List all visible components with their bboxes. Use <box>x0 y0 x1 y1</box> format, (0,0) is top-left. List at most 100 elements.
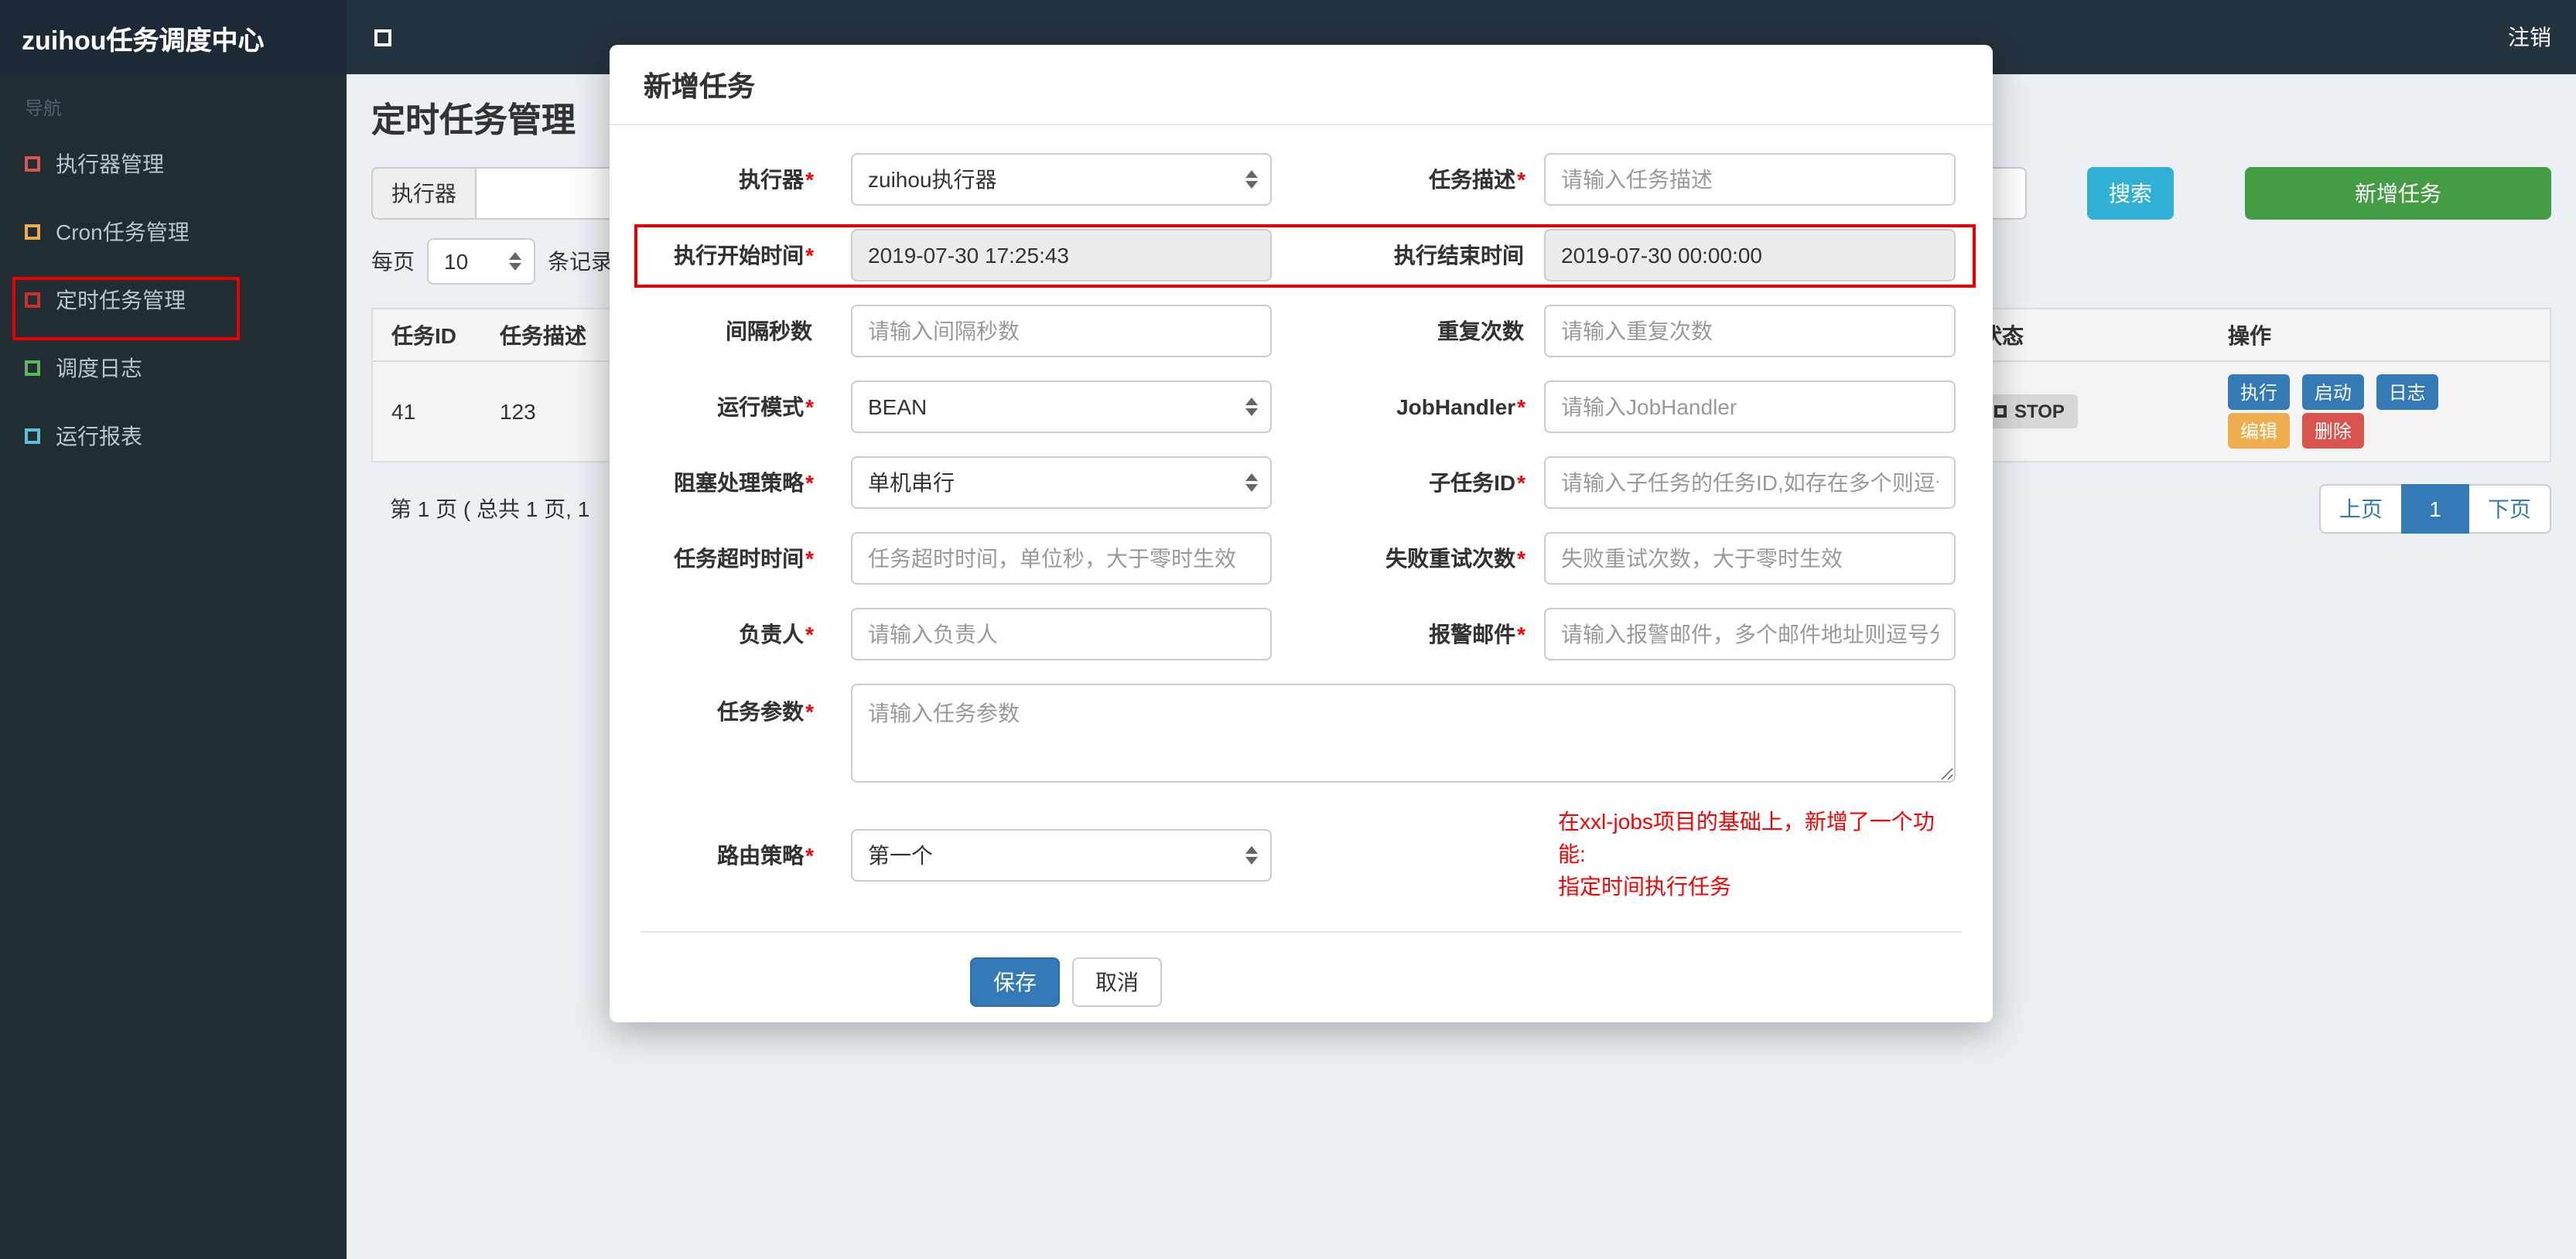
per-page-suffix: 条记录 <box>548 249 613 274</box>
add-task-button[interactable]: 新增任务 <box>2245 167 2551 220</box>
feature-note-line1: 在xxl-jobs项目的基础上，新增了一个功能: <box>1558 809 1935 866</box>
per-page-label: 每页 <box>371 249 415 274</box>
pagination-summary: 第 1 页 ( 总共 1 页, 1 <box>390 496 590 521</box>
cancel-button[interactable]: 取消 <box>1072 957 1162 1007</box>
owner-label: 负责人 * <box>739 622 814 647</box>
sidebar-section-label: 导航 <box>25 97 63 119</box>
task-params-textarea[interactable] <box>851 684 1956 783</box>
timed-task-icon <box>25 292 40 308</box>
repeat-count-label: 重复次数 <box>1437 319 1524 343</box>
form-row-block-childjob: 阻塞处理策略 * 单机串行 子任务ID * <box>641 456 1962 509</box>
form-row-timeout-retry: 任务超时时间* 失败重试次数* <box>641 532 1962 585</box>
timeout-input[interactable] <box>851 532 1272 585</box>
pager: 上页 1 下页 <box>2319 484 2551 534</box>
run-mode-label: 运行模式 * <box>717 394 814 419</box>
sidebar-toggle-icon <box>374 29 391 46</box>
retry-count-label: 失败重试次数 * <box>1385 546 1525 571</box>
task-params-label: 任务参数 * <box>717 699 814 724</box>
executor-manage-icon <box>25 156 40 172</box>
stop-icon <box>1994 405 2007 418</box>
schedule-log-icon <box>25 360 40 376</box>
form-row-route-strategy: 路由策略 * 第一个 在xxl-jobs项目的基础上，新增了一个功能: 指定时间执… <box>641 806 1962 903</box>
delete-task-button[interactable]: 删除 <box>2301 413 2364 449</box>
route-strategy-select[interactable]: 第一个 <box>851 828 1272 881</box>
executor-select-value: zuihou执行器 <box>868 167 997 192</box>
run-task-button[interactable]: 执行 <box>2228 374 2291 410</box>
add-task-modal: 新增任务 执行器* zuihou执行器 任务描述* 执行开始时间* 执行结束时间… <box>610 45 1993 1022</box>
prev-page-button[interactable]: 上页 <box>2319 484 2403 534</box>
sidebar-item-schedule-log[interactable]: 调度日志 <box>0 334 347 402</box>
interval-input[interactable] <box>851 305 1272 357</box>
sidebar: 导航 执行器管理 Cron任务管理 定时任务管理 调度日志 运行报表 <box>0 74 347 1259</box>
start-time-label: 执行开始时间 * <box>674 243 814 268</box>
column-header-task-id: 任务ID <box>391 322 456 347</box>
block-strategy-select[interactable]: 单机串行 <box>851 456 1272 509</box>
route-strategy-label: 路由策略 * <box>717 842 814 867</box>
select-arrows-icon <box>1245 397 1258 416</box>
executor-label: 执行器 * <box>739 167 814 192</box>
select-arrows-icon <box>509 252 521 271</box>
start-task-button[interactable]: 启动 <box>2301 374 2364 410</box>
task-status-cell: STOP <box>1962 394 2209 428</box>
edit-task-button[interactable]: 编辑 <box>2228 413 2291 449</box>
feature-note: 在xxl-jobs项目的基础上，新增了一个功能: 指定时间执行任务 <box>1558 806 1962 903</box>
modal-body: 执行器* zuihou执行器 任务描述* 执行开始时间* 执行结束时间 间隔秒数… <box>610 125 1993 1007</box>
run-report-icon <box>25 428 40 444</box>
end-time-input[interactable] <box>1544 229 1956 281</box>
sidebar-item-label: 运行报表 <box>56 424 142 449</box>
sidebar-item-cron-task-manage[interactable]: Cron任务管理 <box>0 198 347 266</box>
search-button[interactable]: 搜索 <box>2087 167 2174 220</box>
modal-title: 新增任务 <box>610 45 1993 125</box>
repeat-count-input[interactable] <box>1544 305 1956 357</box>
block-strategy-label: 阻塞处理策略 * <box>674 470 814 495</box>
owner-input[interactable] <box>851 608 1272 660</box>
feature-note-line2: 指定时间执行任务 <box>1558 874 1731 899</box>
child-job-id-input[interactable] <box>1544 456 1956 509</box>
per-page-value: 10 <box>444 249 469 274</box>
sidebar-item-label: 定时任务管理 <box>56 288 186 312</box>
child-job-id-label: 子任务ID * <box>1429 470 1525 495</box>
task-actions-cell: 执行 启动 日志 编辑 删除 <box>2209 371 2550 452</box>
interval-label: 间隔秒数 <box>726 319 812 343</box>
cron-task-icon <box>25 224 40 240</box>
sidebar-item-label: 执行器管理 <box>56 152 164 176</box>
logout-link[interactable]: 注销 <box>2508 22 2576 53</box>
per-page-select[interactable]: 10 <box>427 238 535 285</box>
run-mode-select-value: BEAN <box>868 394 928 419</box>
run-mode-select[interactable]: BEAN <box>851 380 1272 433</box>
select-arrows-icon <box>1245 845 1258 864</box>
task-desc-input[interactable] <box>1544 153 1956 206</box>
sidebar-item-label: 调度日志 <box>56 356 142 380</box>
form-row-executor-desc: 执行器 * zuihou执行器 任务描述 * <box>641 153 1962 206</box>
status-badge: STOP <box>1980 394 2079 428</box>
alarm-email-input[interactable] <box>1544 608 1956 660</box>
task-log-button[interactable]: 日志 <box>2376 374 2438 410</box>
current-page-button[interactable]: 1 <box>2401 484 2469 534</box>
modal-actions: 保存 取消 <box>970 957 1962 1007</box>
sidebar-item-executor-manage[interactable]: 执行器管理 <box>0 130 347 198</box>
job-handler-label: JobHandler * <box>1396 394 1525 419</box>
timeout-label: 任务超时时间 * <box>674 546 814 571</box>
form-row-runmode-jobhandler: 运行模式 * BEAN JobHandler * <box>641 380 1962 433</box>
modal-footer-divider <box>641 931 1962 933</box>
job-handler-input[interactable] <box>1544 380 1956 433</box>
alarm-email-label: 报警邮件 * <box>1429 622 1525 647</box>
sidebar-item-timed-task-manage[interactable]: 定时任务管理 <box>0 266 347 334</box>
start-time-input[interactable] <box>851 229 1272 281</box>
sidebar-item-run-report[interactable]: 运行报表 <box>0 402 347 470</box>
form-row-task-params: 任务参数 * <box>641 684 1962 783</box>
form-row-owner-email: 负责人* 报警邮件* <box>641 608 1962 660</box>
end-time-label: 执行结束时间 <box>1394 243 1524 268</box>
executor-filter-label: 执行器 <box>371 167 475 220</box>
sidebar-toggle-button[interactable] <box>347 29 419 46</box>
column-header-actions: 操作 <box>2228 322 2271 347</box>
retry-count-input[interactable] <box>1544 532 1956 585</box>
column-header-status: 状态 <box>1980 322 2024 347</box>
save-button[interactable]: 保存 <box>970 957 1060 1007</box>
next-page-button[interactable]: 下页 <box>2468 484 2551 534</box>
select-arrows-icon <box>1245 473 1258 492</box>
task-id-cell: 41 <box>391 399 416 424</box>
block-strategy-select-value: 单机串行 <box>868 470 955 495</box>
executor-select[interactable]: zuihou执行器 <box>851 153 1272 206</box>
app-window: zuihou任务调度中心 注销 导航 执行器管理 Cron任务管理 定时任务管理… <box>0 0 2576 1259</box>
